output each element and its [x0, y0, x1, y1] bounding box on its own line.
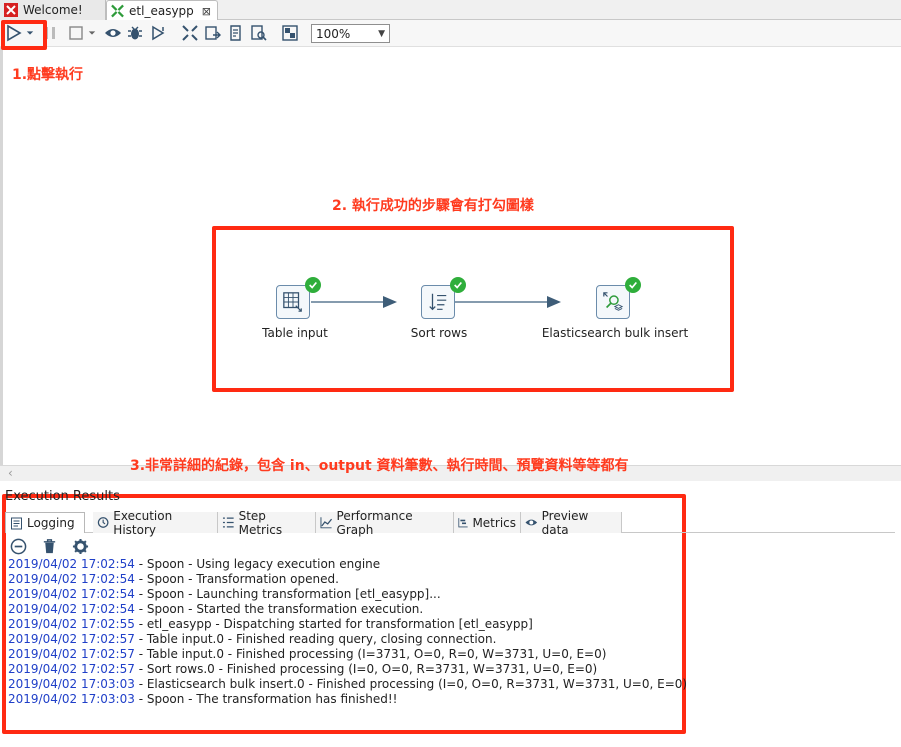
tab-label: Welcome!	[23, 3, 83, 17]
sql-script-icon	[230, 25, 241, 41]
line-chart-icon	[320, 517, 333, 529]
minus-circle-icon	[10, 538, 26, 554]
bug-icon	[128, 26, 142, 40]
annotation-3: 3.非常詳細的紀錄，包含 in、output 資料筆數、執行時間、預覽資料等等都…	[130, 458, 629, 474]
welcome-icon	[4, 3, 18, 17]
database-search-icon	[251, 25, 267, 41]
replay-button[interactable]	[148, 23, 168, 43]
show-results-button[interactable]	[280, 23, 300, 43]
log-toolbar	[8, 536, 101, 556]
eye-icon	[105, 29, 121, 37]
tab-step-metrics[interactable]: Step Metrics	[218, 509, 316, 537]
verify-icon	[182, 25, 198, 41]
tab-label: etl_easypp	[129, 4, 194, 18]
log-line: 2019/04/02 17:03:03 - Spoon - The transf…	[8, 692, 398, 706]
log-line: 2019/04/02 17:02:54 - Spoon - Started th…	[8, 602, 424, 616]
annotation-box-steps	[212, 226, 734, 392]
trash-icon	[43, 538, 55, 553]
zoom-value: 100%	[316, 26, 351, 41]
tab-metrics[interactable]: Metrics	[454, 512, 521, 533]
zoom-select[interactable]: 100% ▼	[311, 24, 390, 43]
explore-db-button[interactable]	[249, 23, 269, 43]
impact-icon	[205, 26, 221, 40]
chevron-down-icon: ▼	[378, 28, 385, 39]
stop-options-dropdown[interactable]	[86, 23, 98, 43]
step-metrics-icon	[222, 517, 234, 528]
chevron-down-icon	[88, 31, 96, 35]
history-icon	[97, 517, 109, 528]
scroll-left-icon[interactable]: ‹	[8, 466, 13, 480]
metrics-icon	[458, 518, 468, 528]
log-settings-button[interactable]	[70, 536, 90, 556]
debug-button[interactable]	[125, 23, 145, 43]
clear-log-button[interactable]	[39, 536, 59, 556]
gear-icon	[72, 538, 88, 554]
execution-results-tabs: Logging Execution History Step Metrics P…	[5, 509, 895, 537]
tab-welcome[interactable]: Welcome!	[0, 0, 106, 20]
annotation-box-run	[1, 20, 47, 50]
transformation-toolbar: 100% ▼	[0, 20, 901, 47]
impact-button[interactable]	[203, 23, 223, 43]
tab-execution-history[interactable]: Execution History	[93, 509, 218, 537]
log-line: 2019/04/02 17:02:55 - etl_easypp - Dispa…	[8, 617, 533, 631]
annotation-1: 1.點擊執行	[12, 67, 84, 83]
log-line: 2019/04/02 17:02:57 - Table input.0 - Fi…	[8, 632, 497, 646]
verify-button[interactable]	[180, 23, 200, 43]
annotation-2: 2. 執行成功的步驟會有打勾圖樣	[332, 198, 534, 214]
tab-performance-graph[interactable]: Performance Graph	[316, 509, 454, 537]
execution-results-title: Execution Results	[5, 489, 120, 504]
editor-tab-bar: Welcome! etl_easypp ⊠	[0, 0, 901, 21]
log-line: 2019/04/02 17:03:03 - Elasticsearch bulk…	[8, 677, 688, 691]
tab-etl-easypp[interactable]: etl_easypp ⊠	[106, 0, 218, 21]
stop-log-button[interactable]	[8, 536, 28, 556]
log-line: 2019/04/02 17:02:57 - Sort rows.0 - Fini…	[8, 662, 598, 676]
results-pane-icon	[282, 25, 298, 41]
log-line: 2019/04/02 17:02:57 - Table input.0 - Fi…	[8, 647, 607, 661]
tab-logging[interactable]: Logging	[5, 512, 85, 533]
log-output[interactable]: 2019/04/02 17:02:54 - Spoon - Using lega…	[8, 557, 888, 707]
stop-button[interactable]	[66, 23, 86, 43]
preview-button[interactable]	[103, 23, 123, 43]
log-line: 2019/04/02 17:02:54 - Spoon - Transforma…	[8, 572, 339, 586]
eye-icon	[525, 519, 538, 526]
tab-preview-data[interactable]: Preview data	[521, 509, 622, 537]
replay-icon	[152, 25, 165, 41]
close-tab-icon[interactable]: ⊠	[202, 5, 211, 18]
sql-button[interactable]	[226, 23, 246, 43]
stop-icon	[69, 26, 83, 40]
log-icon	[11, 517, 22, 529]
log-line: 2019/04/02 17:02:54 - Spoon - Using lega…	[8, 557, 381, 571]
log-line: 2019/04/02 17:02:54 - Spoon - Launching …	[8, 587, 441, 601]
transformation-icon	[111, 4, 124, 18]
